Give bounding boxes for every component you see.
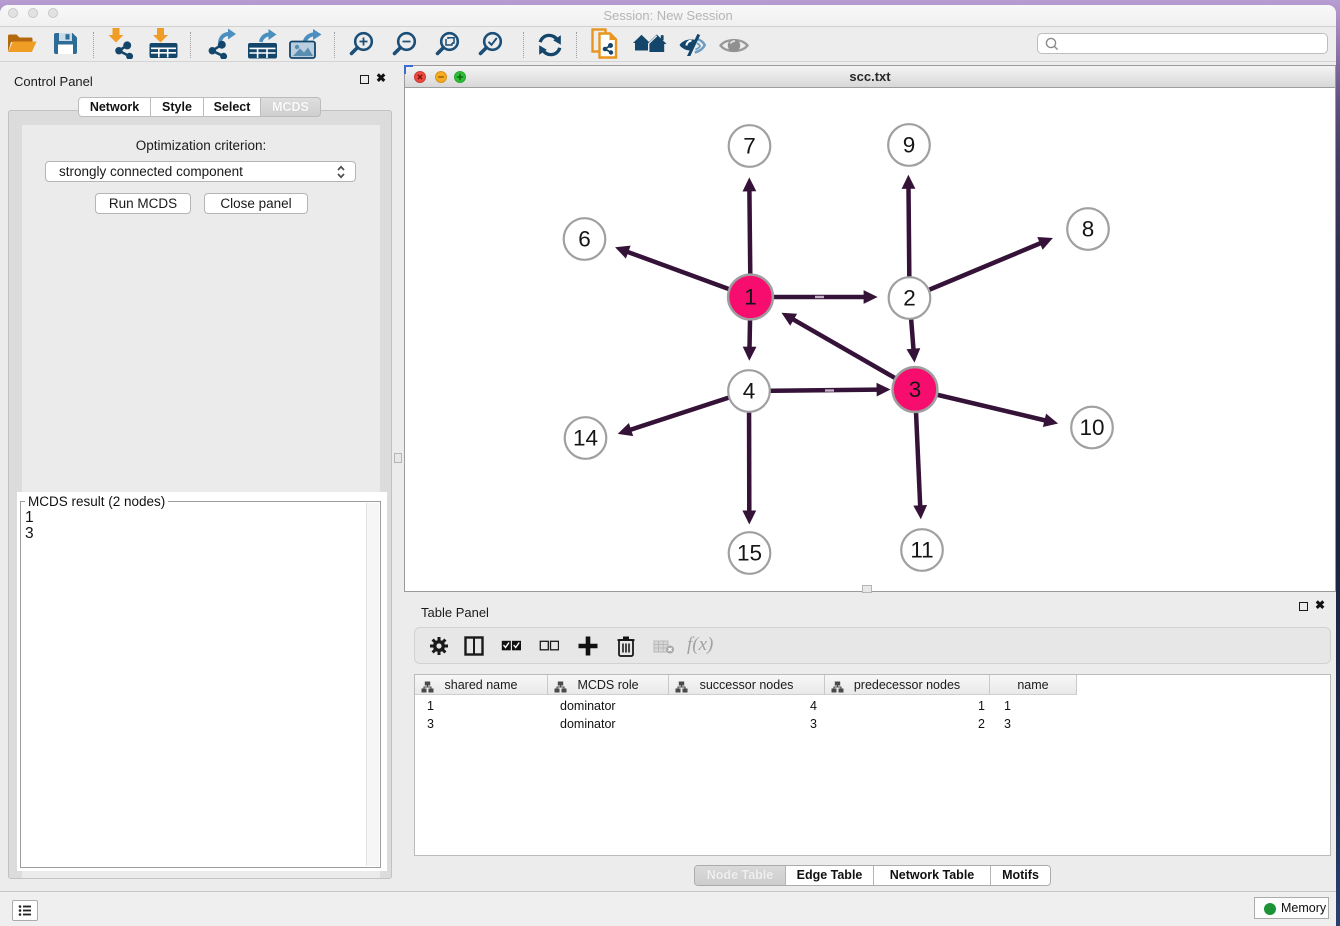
svg-text:1: 1 [744,285,757,310]
svg-text:4: 4 [743,379,756,404]
svg-text:14: 14 [573,426,598,451]
svg-text:8: 8 [1082,217,1095,242]
svg-text:11: 11 [910,538,933,563]
svg-text:6: 6 [578,227,591,252]
svg-text:10: 10 [1079,415,1104,440]
svg-text:9: 9 [903,133,916,158]
svg-text:15: 15 [737,541,762,566]
svg-text:3: 3 [909,377,922,402]
svg-text:2: 2 [903,286,916,311]
svg-text:7: 7 [743,134,756,159]
